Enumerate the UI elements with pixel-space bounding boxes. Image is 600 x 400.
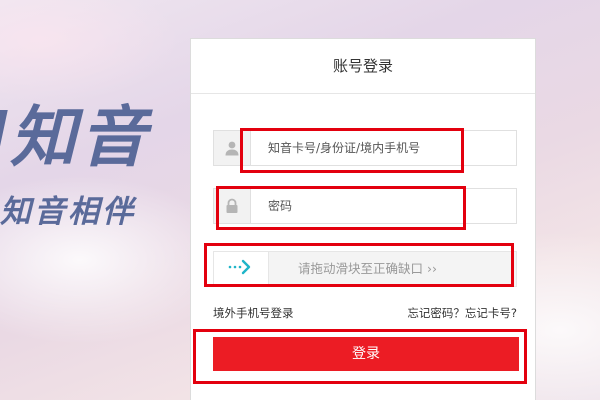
username-field[interactable]: 知音卡号/身份证/境内手机号 [213,130,517,166]
overseas-phone-login-link[interactable]: 境外手机号登录 [213,305,294,321]
brand-slogan: 知音相伴 [0,194,136,230]
login-button[interactable]: 登录 [213,337,519,371]
link-row: 境外手机号登录 忘记密码？忘记卡号? [213,305,517,323]
slider-hint: 请拖动滑块至正确缺口 ›› [298,261,437,276]
slider-handle[interactable] [214,252,269,286]
username-placeholder: 知音卡号/身份证/境内手机号 [268,141,421,155]
login-card: 账号登录 知音卡号/身份证/境内手机号 密码 请拖动滑块至正确缺口 ›› 境外手… [190,38,536,400]
login-title: 账号登录 [191,39,535,94]
arrow-right-icon [228,259,254,279]
lock-icon [214,189,251,223]
brand-name: 知音 [10,99,150,176]
forgot-password-link[interactable]: 忘记密码？忘记卡号? [407,305,517,321]
captcha-slider: 请拖动滑块至正确缺口 ›› [213,251,517,287]
brand-mark [0,110,8,164]
brand-logo: 知音 [0,84,150,180]
login-page: 知音 知音相伴 账号登录 知音卡号/身份证/境内手机号 密码 请拖动滑块至正确缺… [0,0,600,400]
password-field[interactable]: 密码 [213,188,517,224]
password-placeholder: 密码 [268,199,293,213]
user-icon [214,131,251,165]
